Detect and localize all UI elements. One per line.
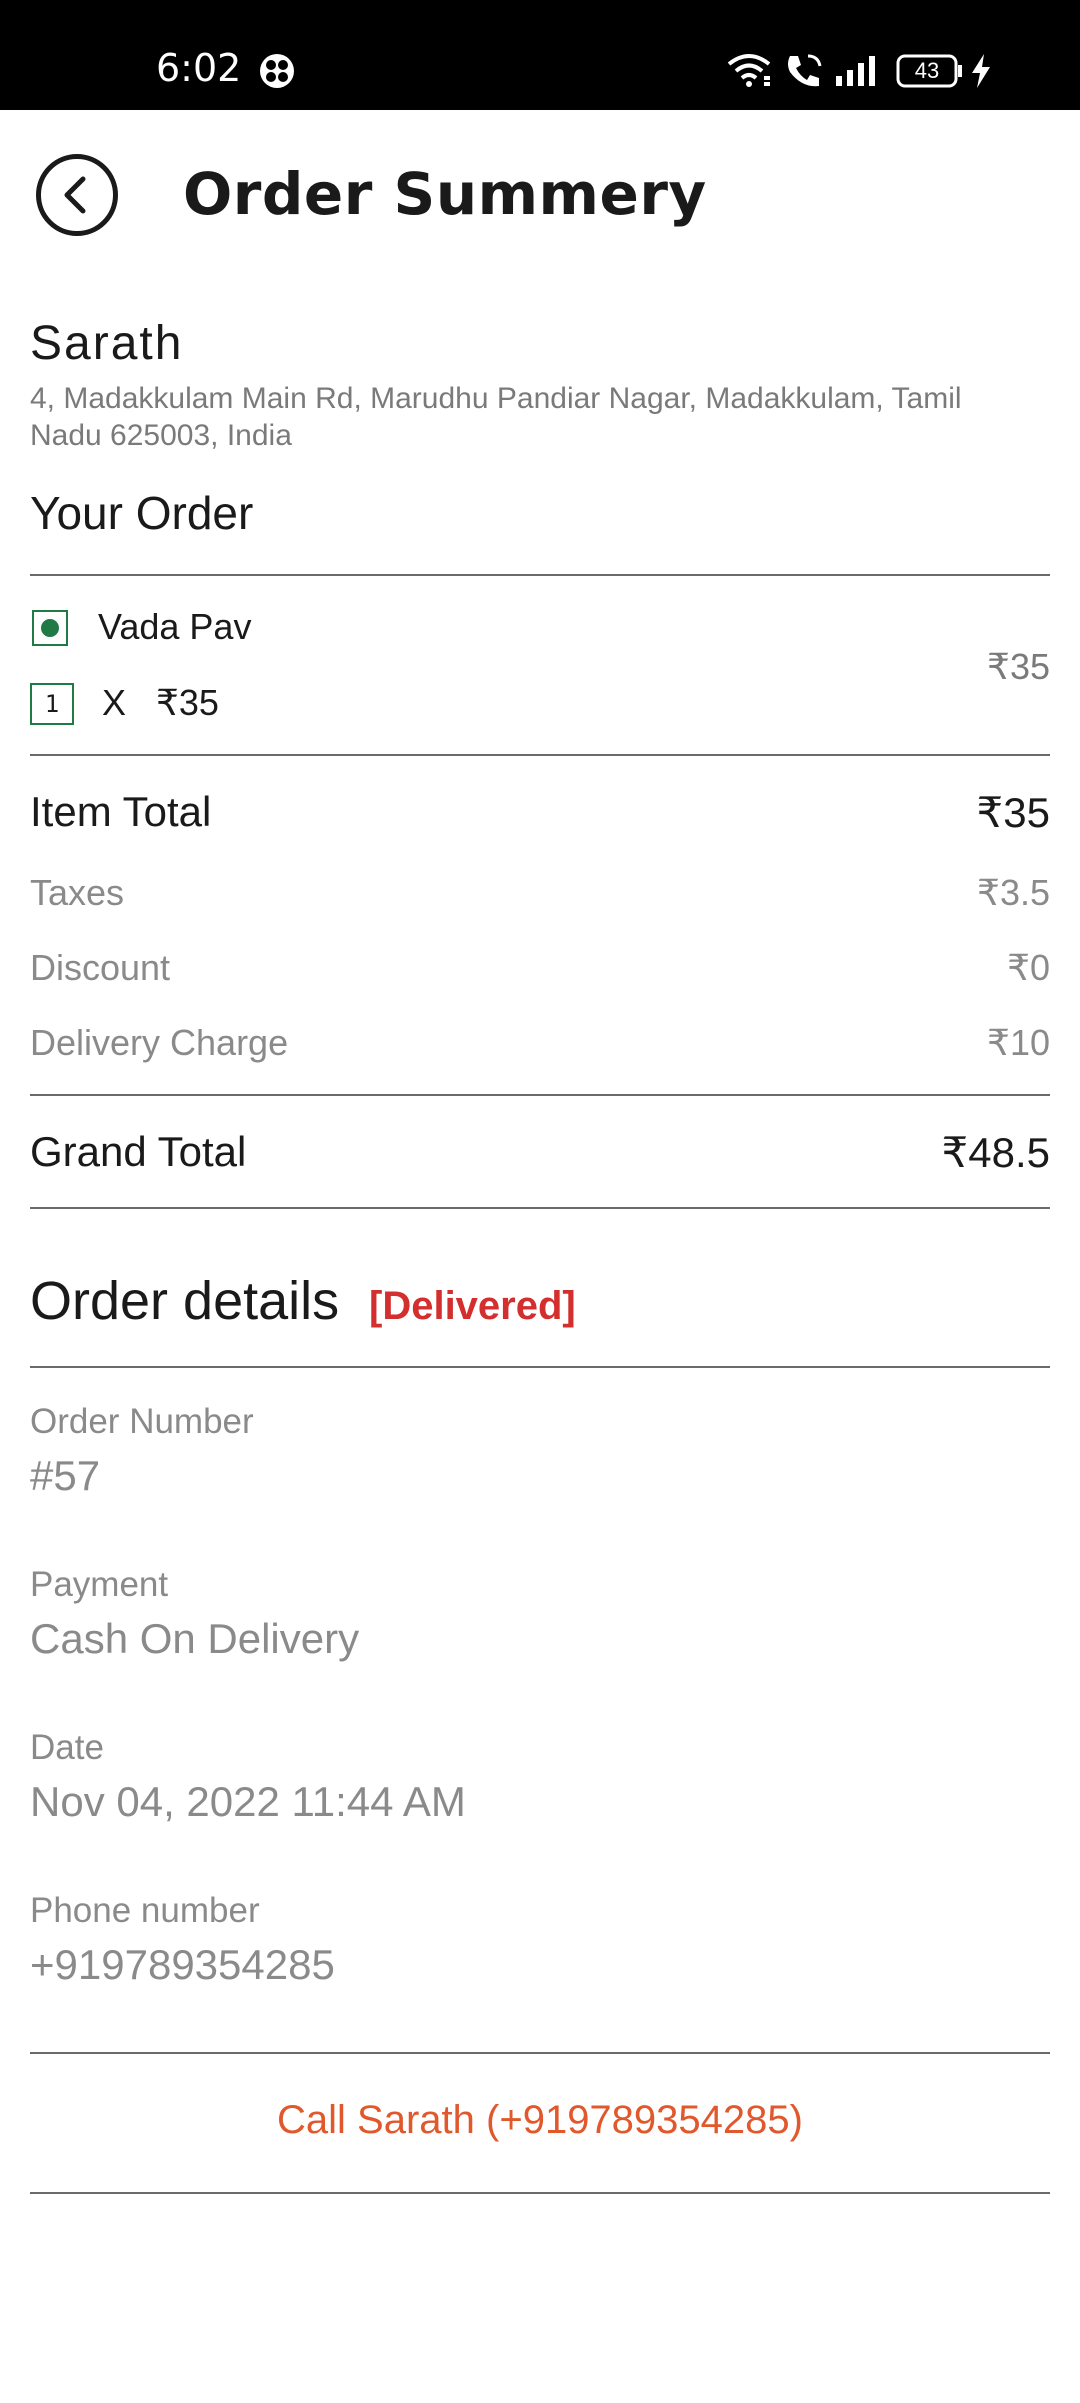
item-line-total: ₹35 bbox=[987, 646, 1050, 687]
delivery-charge-label: Delivery Charge bbox=[30, 1022, 289, 1063]
call-customer-button[interactable]: Call Sarath (+919789354285) bbox=[0, 2098, 1080, 2143]
date-label: Date bbox=[30, 1728, 104, 1767]
divider bbox=[30, 1094, 1050, 1096]
discount-value: ₹0 bbox=[1007, 947, 1050, 988]
item-total-value: ₹35 bbox=[976, 789, 1050, 836]
payment-value: Cash On Delivery bbox=[30, 1615, 360, 1662]
status-bar: 6:02 43 bbox=[0, 0, 1080, 110]
order-number-label: Order Number bbox=[30, 1402, 254, 1441]
payment-label: Payment bbox=[30, 1565, 169, 1604]
order-status-badge: [Delivered] bbox=[369, 1284, 576, 1328]
delivery-charge-value: ₹10 bbox=[987, 1022, 1050, 1063]
chevron-left-icon bbox=[64, 176, 86, 214]
grand-total-label: Grand Total bbox=[30, 1128, 247, 1175]
charging-bolt-icon bbox=[970, 54, 992, 93]
page-title: Order Summery bbox=[183, 160, 707, 228]
divider bbox=[30, 2192, 1050, 2194]
taxes-value: ₹3.5 bbox=[977, 872, 1050, 913]
quantity-multiplier: X bbox=[102, 682, 127, 723]
status-time: 6:02 bbox=[156, 46, 242, 90]
order-number-value: #57 bbox=[30, 1452, 101, 1499]
grand-total-value: ₹48.5 bbox=[941, 1129, 1050, 1176]
back-button[interactable] bbox=[36, 154, 118, 236]
item-unit-price: ₹35 bbox=[156, 682, 219, 723]
wifi-icon bbox=[726, 52, 772, 93]
customer-address: 4, Madakkulam Main Rd, Marudhu Pandiar N… bbox=[30, 382, 962, 452]
wifi-calling-icon bbox=[784, 52, 824, 95]
item-quantity: 1 bbox=[30, 683, 74, 725]
signal-icon bbox=[836, 56, 880, 91]
order-details-heading: Order details bbox=[30, 1271, 340, 1331]
divider bbox=[30, 2052, 1050, 2054]
discount-label: Discount bbox=[30, 947, 171, 988]
taxes-label: Taxes bbox=[30, 872, 125, 913]
veg-indicator-icon bbox=[32, 610, 68, 646]
android-system-icon bbox=[258, 52, 296, 95]
divider bbox=[30, 574, 1050, 576]
item-total-label: Item Total bbox=[30, 788, 212, 835]
date-value: Nov 04, 2022 11:44 AM bbox=[30, 1778, 466, 1825]
divider bbox=[30, 1366, 1050, 1368]
battery-icon: 43 bbox=[896, 54, 966, 93]
phone-number-value: +919789354285 bbox=[30, 1941, 335, 1988]
battery-level: 43 bbox=[914, 58, 940, 83]
divider bbox=[30, 1207, 1050, 1209]
divider bbox=[30, 754, 1050, 756]
your-order-heading: Your Order bbox=[30, 487, 254, 539]
phone-number-label: Phone number bbox=[30, 1891, 260, 1930]
item-name: Vada Pav bbox=[98, 606, 252, 647]
customer-name: Sarath bbox=[30, 317, 184, 370]
